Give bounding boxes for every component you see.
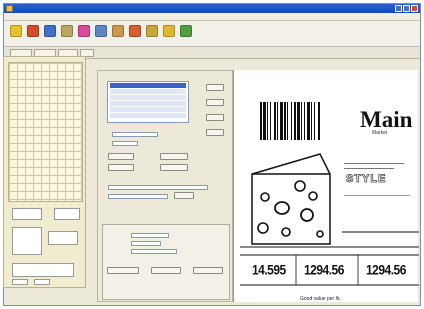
input-field[interactable] <box>112 141 138 146</box>
zoom-icon[interactable] <box>163 25 175 37</box>
wizard-icon[interactable] <box>180 25 192 37</box>
preview-box[interactable] <box>54 208 80 220</box>
cut-icon[interactable] <box>78 25 90 37</box>
list-item[interactable] <box>110 113 186 118</box>
info-line <box>344 163 404 165</box>
list-item[interactable] <box>110 101 186 106</box>
preview-box[interactable] <box>12 208 42 220</box>
action-button[interactable] <box>160 164 188 171</box>
label-preview: Main Market STYLE 14.595 1294.56 1294.56… <box>233 70 419 302</box>
cheese-icon <box>251 153 331 245</box>
minimize-button[interactable] <box>395 5 402 12</box>
input-field[interactable] <box>108 185 208 190</box>
undo-icon[interactable] <box>129 25 141 37</box>
option-button[interactable] <box>151 267 181 274</box>
redo-icon[interactable] <box>146 25 158 37</box>
list-item[interactable] <box>110 95 186 100</box>
input-field[interactable] <box>131 233 169 238</box>
side-button[interactable] <box>206 114 224 121</box>
paste-icon[interactable] <box>112 25 124 37</box>
input-field[interactable] <box>112 132 158 137</box>
brand-subtitle: Market <box>372 130 388 136</box>
action-button[interactable] <box>108 164 134 171</box>
action-button[interactable] <box>160 153 188 160</box>
copy-icon[interactable] <box>95 25 107 37</box>
app-icon <box>6 5 13 12</box>
new-icon[interactable] <box>10 25 22 37</box>
object-list[interactable] <box>107 81 189 123</box>
options-group <box>102 224 230 300</box>
action-button[interactable] <box>108 153 134 160</box>
layout-grid[interactable] <box>8 62 83 202</box>
maximize-button[interactable] <box>403 5 410 12</box>
layout-panel <box>3 56 86 288</box>
label-footnote: Good value per lb. <box>300 296 341 302</box>
input-field[interactable] <box>108 194 168 199</box>
preview-box[interactable] <box>12 263 74 277</box>
preview-box[interactable] <box>12 227 42 255</box>
barcode-icon <box>260 102 320 140</box>
print-icon[interactable] <box>61 25 73 37</box>
info-line <box>344 195 410 197</box>
preview-box[interactable] <box>34 279 50 285</box>
menu-bar <box>4 13 420 21</box>
properties-panel <box>97 70 233 302</box>
preview-box[interactable] <box>12 279 28 285</box>
open-icon[interactable] <box>27 25 39 37</box>
price-value: 14.595 <box>252 262 286 279</box>
main-toolbar <box>4 21 420 47</box>
price-value: 1294.56 <box>366 262 406 279</box>
list-item[interactable] <box>110 107 186 112</box>
apply-button[interactable] <box>174 192 194 199</box>
input-field[interactable] <box>131 241 161 246</box>
side-button[interactable] <box>206 99 224 106</box>
title-bar <box>4 4 420 13</box>
style-text: STYLE <box>346 173 387 186</box>
list-item[interactable] <box>110 83 186 88</box>
option-button[interactable] <box>107 267 139 274</box>
info-line <box>344 168 394 170</box>
input-field[interactable] <box>131 249 177 254</box>
preview-box[interactable] <box>48 231 78 245</box>
side-button[interactable] <box>206 84 224 91</box>
list-item[interactable] <box>110 89 186 94</box>
price-value: 1294.56 <box>304 262 344 279</box>
save-icon[interactable] <box>44 25 56 37</box>
close-button[interactable] <box>411 5 418 12</box>
side-button[interactable] <box>206 129 224 136</box>
option-button[interactable] <box>193 267 223 274</box>
